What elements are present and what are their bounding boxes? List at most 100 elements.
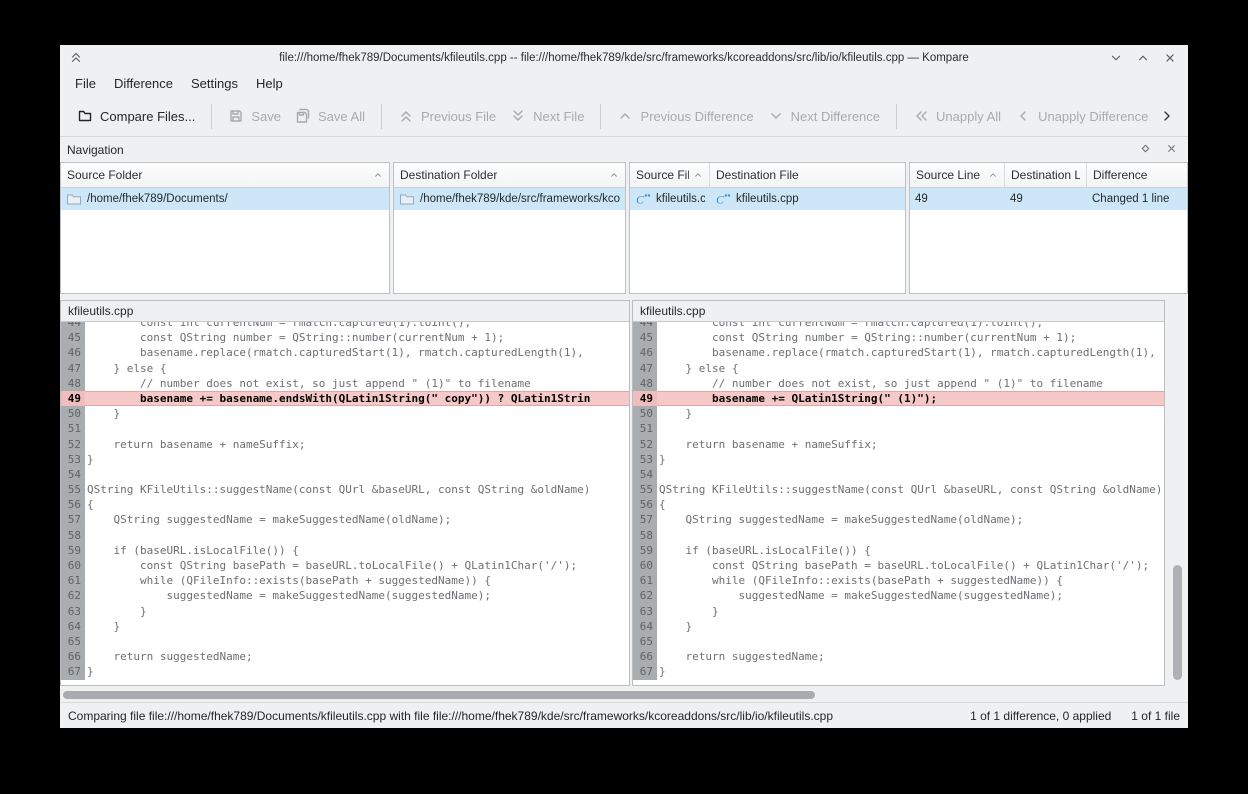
navigation-row-files[interactable]: Ckfileutils.c...Ckfileutils.cpp bbox=[630, 188, 905, 210]
line-text: { bbox=[85, 497, 629, 512]
next-difference-label: Next Difference bbox=[791, 109, 880, 124]
source-code-line-53: 53} bbox=[61, 452, 629, 467]
navigation-panel: Source Folder/home/fhek789/Documents/Des… bbox=[60, 162, 1188, 296]
column-header-files-0[interactable]: Source File bbox=[630, 163, 710, 187]
maximize-button[interactable] bbox=[1135, 50, 1151, 66]
line-number: 67 bbox=[61, 664, 85, 679]
line-text: } else { bbox=[85, 361, 629, 376]
vertical-scrollbar[interactable] bbox=[1167, 300, 1188, 686]
destination-code-line-49: 49 basename += QLatin1String(" (1)"); bbox=[633, 391, 1164, 406]
minimize-button[interactable] bbox=[1108, 50, 1124, 66]
line-text: const QString basePath = baseURL.toLocal… bbox=[657, 558, 1164, 573]
line-number: 48 bbox=[61, 376, 85, 391]
navigation-cell: 49 bbox=[910, 193, 1005, 205]
navigation-row-source-folder[interactable]: /home/fhek789/Documents/ bbox=[61, 188, 389, 210]
svg-text:C: C bbox=[716, 193, 725, 207]
dock-float-button[interactable] bbox=[1139, 142, 1152, 155]
save-button[interactable]: Save bbox=[221, 103, 288, 129]
previous-file-button[interactable]: Previous File bbox=[391, 103, 503, 129]
chevron-up-icon bbox=[609, 170, 619, 180]
column-header-lines-2[interactable]: Difference bbox=[1087, 163, 1187, 187]
source-code-line-57: 57 QString suggestedName = makeSuggested… bbox=[61, 512, 629, 527]
menu-help[interactable]: Help bbox=[247, 73, 292, 94]
horizontal-scrollbar[interactable] bbox=[60, 688, 1188, 702]
destination-code-line-56: 56{ bbox=[633, 497, 1164, 512]
destination-diff-pane: kfileutils.cpp 44 const int currentNum =… bbox=[632, 300, 1165, 686]
next-file-button[interactable]: Next File bbox=[503, 103, 591, 129]
line-text: } bbox=[85, 604, 629, 619]
navigation-dock-header: Navigation bbox=[60, 137, 1188, 162]
toolbar-overflow-button[interactable] bbox=[1155, 104, 1179, 128]
column-header-files-1[interactable]: Destination File bbox=[710, 163, 905, 187]
unapply-difference-button[interactable]: Unapply Difference bbox=[1008, 103, 1155, 129]
menu-file[interactable]: File bbox=[66, 73, 105, 94]
source-code-line-45: 45 const QString number = QString::numbe… bbox=[61, 330, 629, 345]
previous-difference-button[interactable]: Previous Difference bbox=[610, 103, 760, 129]
line-text: } bbox=[85, 406, 629, 421]
navigation-row-lines[interactable]: 4949Changed 1 line bbox=[910, 188, 1187, 210]
navigation-row-destination-folder[interactable]: /home/fhek789/kde/src/frameworks/kcoread… bbox=[394, 188, 625, 210]
next-difference-button[interactable]: Next Difference bbox=[761, 103, 887, 129]
line-text bbox=[657, 528, 1164, 543]
navigation-cell: Ckfileutils.c... bbox=[630, 191, 710, 207]
line-number: 63 bbox=[633, 604, 657, 619]
folder-icon bbox=[66, 191, 82, 207]
column-header-destination-folder-0[interactable]: Destination Folder bbox=[394, 163, 625, 187]
line-text bbox=[85, 634, 629, 649]
chevron-right-icon bbox=[1159, 108, 1175, 124]
source-code-line-54: 54 bbox=[61, 467, 629, 482]
line-text: while (QFileInfo::exists(basePath + sugg… bbox=[657, 573, 1164, 588]
vertical-scrollbar-thumb[interactable] bbox=[1173, 565, 1182, 680]
cell-text: 49 bbox=[915, 193, 928, 205]
line-number: 61 bbox=[633, 573, 657, 588]
line-text: const QString number = QString::number(c… bbox=[85, 330, 629, 345]
horizontal-scrollbar-thumb[interactable] bbox=[63, 691, 815, 699]
destination-code-line-52: 52 return basename + nameSuffix; bbox=[633, 437, 1164, 452]
close-button[interactable] bbox=[1162, 50, 1178, 66]
save-all-button[interactable]: Save All bbox=[288, 103, 372, 129]
destination-code-line-58: 58 bbox=[633, 528, 1164, 543]
menu-difference[interactable]: Difference bbox=[105, 73, 182, 94]
line-number: 51 bbox=[61, 421, 85, 436]
line-number: 53 bbox=[61, 452, 85, 467]
navigation-header-files: Source FileDestination File bbox=[630, 163, 905, 188]
next-file-label: Next File bbox=[533, 109, 584, 124]
line-number: 58 bbox=[633, 528, 657, 543]
column-label: Difference bbox=[1093, 168, 1181, 182]
line-number: 56 bbox=[61, 497, 85, 512]
column-header-lines-0[interactable]: Source Line bbox=[910, 163, 1005, 187]
column-header-lines-1[interactable]: Destination Line bbox=[1005, 163, 1087, 187]
cpp-file-icon: C bbox=[715, 191, 731, 207]
dock-close-button[interactable] bbox=[1165, 142, 1178, 155]
source-code-line-51: 51 bbox=[61, 421, 629, 436]
previous-difference-label: Previous Difference bbox=[640, 109, 753, 124]
destination-pane-title: kfileutils.cpp bbox=[640, 304, 705, 318]
line-number: 54 bbox=[61, 467, 85, 482]
destination-code-line-63: 63 } bbox=[633, 604, 1164, 619]
window-shade-icon[interactable] bbox=[69, 50, 83, 64]
menu-settings[interactable]: Settings bbox=[182, 73, 247, 94]
navigation-cell: /home/fhek789/Documents/ bbox=[61, 191, 389, 207]
line-text: suggestedName = makeSuggestedName(sugges… bbox=[657, 588, 1164, 603]
line-number: 54 bbox=[633, 467, 657, 482]
navigation-cell: 49 bbox=[1005, 193, 1087, 205]
destination-code-line-51: 51 bbox=[633, 421, 1164, 436]
line-text bbox=[85, 467, 629, 482]
source-code-line-46: 46 basename.replace(rmatch.capturedStart… bbox=[61, 345, 629, 360]
column-header-source-folder-0[interactable]: Source Folder bbox=[61, 163, 389, 187]
line-number: 48 bbox=[633, 376, 657, 391]
save-all-label: Save All bbox=[318, 109, 365, 124]
navigation-list-source-folder: Source Folder/home/fhek789/Documents/ bbox=[60, 162, 390, 294]
cell-text: /home/fhek789/Documents/ bbox=[87, 193, 228, 205]
source-code-line-55: 55QString KFileUtils::suggestName(const … bbox=[61, 482, 629, 497]
destination-code-line-46: 46 basename.replace(rmatch.capturedStart… bbox=[633, 345, 1164, 360]
sort-indicator bbox=[609, 170, 619, 180]
line-text: QString suggestedName = makeSuggestedNam… bbox=[657, 512, 1164, 527]
toolbar-separator bbox=[381, 104, 382, 129]
compare-files-button[interactable]: Compare Files... bbox=[70, 103, 202, 129]
unapply-all-button[interactable]: Unapply All bbox=[906, 103, 1008, 129]
line-number: 44 bbox=[633, 322, 657, 330]
kompare-window: file:///home/fhek789/Documents/kfileutil… bbox=[60, 45, 1188, 728]
double-chevron-up-icon bbox=[69, 50, 83, 64]
source-code-line-61: 61 while (QFileInfo::exists(basePath + s… bbox=[61, 573, 629, 588]
